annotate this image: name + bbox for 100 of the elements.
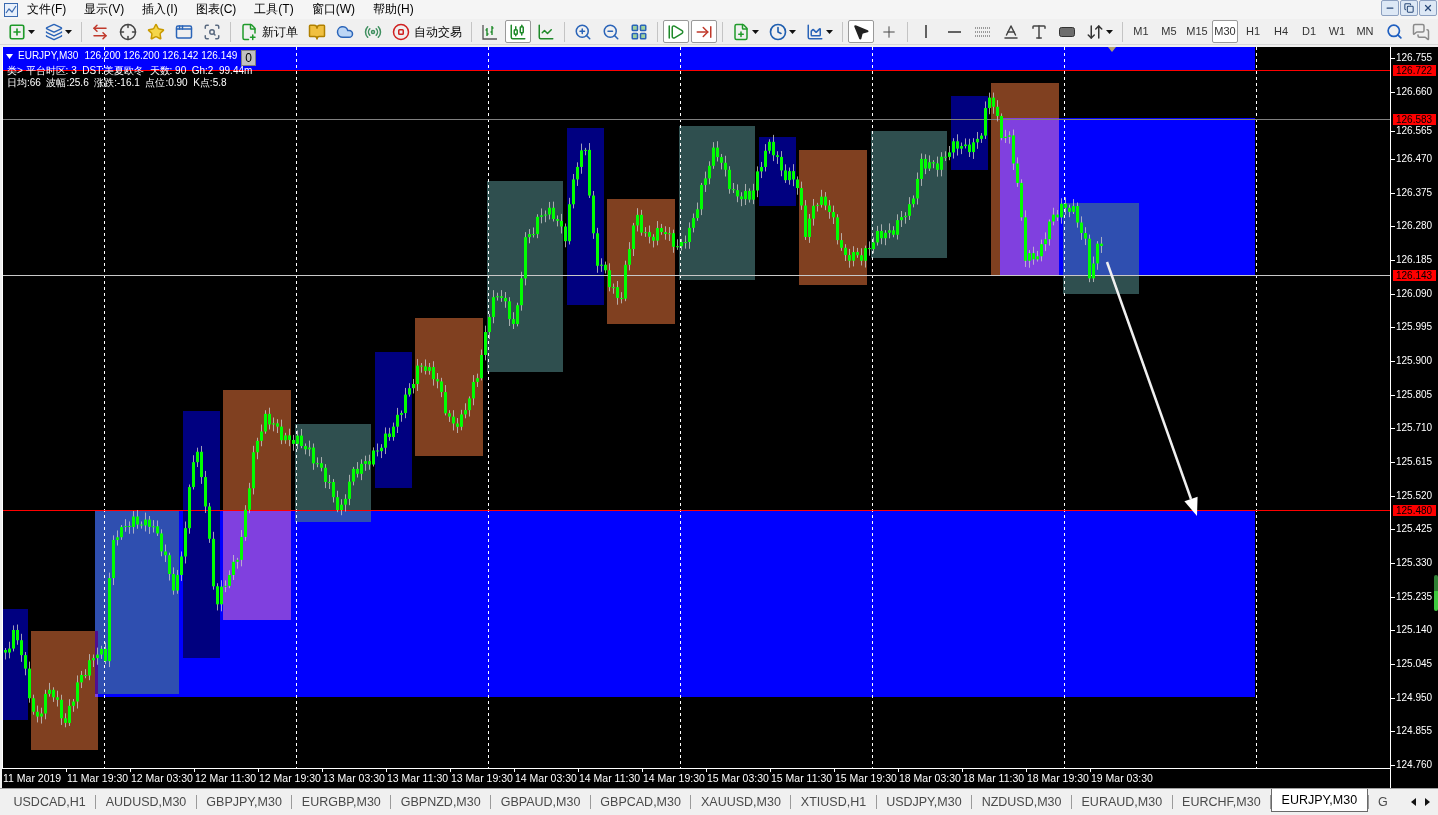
triangle-marker-icon	[1108, 47, 1116, 52]
left-right-arrows-icon	[91, 22, 109, 41]
chart-tab[interactable]: USDJPY,M30	[876, 789, 972, 815]
new-order-button[interactable]: 新订单	[236, 20, 302, 43]
time-axis-label: 13 Mar 11:30	[386, 772, 450, 785]
menu-item[interactable]: 显示(V)	[75, 0, 134, 19]
menu-item[interactable]: 帮助(H)	[364, 0, 423, 19]
time-axis-label: 18 Mar 19:30	[1026, 772, 1090, 785]
timeframe-button[interactable]: W1	[1323, 20, 1350, 43]
minimize-button[interactable]	[1381, 0, 1399, 16]
step-forward-icon	[667, 22, 685, 41]
cursor-button[interactable]	[848, 20, 874, 43]
price-axis-label: 125.330	[1396, 557, 1433, 569]
chart-tab[interactable]: USDCAD,H1	[4, 789, 96, 815]
menu-item[interactable]: 文件(F)	[18, 0, 76, 19]
caret-icon	[752, 29, 759, 34]
chart-tab[interactable]: XAUUSD,M30	[691, 789, 791, 815]
dropdown-triangle-icon[interactable]	[6, 54, 13, 59]
price-axis-label: 125.140	[1396, 624, 1433, 637]
timeframe-button[interactable]: H4	[1267, 20, 1294, 43]
chart-tab[interactable]: GBPNZD,M30	[391, 789, 491, 815]
time-axis-label: 15 Mar 19:30	[834, 772, 898, 785]
layers-icon	[45, 22, 63, 41]
menu-item[interactable]: 插入(I)	[133, 0, 187, 19]
rectangle-icon	[1059, 26, 1075, 37]
time-axis-label: 15 Mar 03:30	[706, 772, 770, 785]
app-icon	[4, 2, 18, 17]
price-axis-label: 126.375	[1396, 186, 1433, 199]
up-down-arrows-icon	[1086, 22, 1104, 41]
price-tag: 126.722	[1393, 64, 1436, 76]
menu-item[interactable]: 窗口(W)	[302, 0, 364, 19]
time-axis-label: 18 Mar 11:30	[962, 772, 1026, 785]
time-axis-label: 12 Mar 03:30	[130, 772, 194, 785]
timeframe-button[interactable]: MN	[1351, 20, 1378, 43]
book-icon	[308, 22, 326, 41]
document-plus-icon	[240, 22, 258, 41]
time-axis-label: 13 Mar 03:30	[322, 772, 386, 785]
time-axis-label: 18 Mar 03:30	[898, 772, 962, 785]
auto-scroll-button[interactable]	[663, 20, 689, 43]
price-axis-label: 124.855	[1396, 725, 1433, 738]
plus-square-icon	[8, 22, 26, 41]
chart-tab[interactable]: AUDUSD,M30	[96, 789, 196, 815]
scroll-tabs-right-button[interactable]	[1422, 796, 1432, 808]
chart-shift-button[interactable]	[691, 20, 717, 43]
chart-tab[interactable]: EURAUD,M30	[1072, 789, 1172, 815]
chart-tab[interactable]: GBPAUD,M30	[491, 789, 590, 815]
price-tag: 126.583	[1393, 113, 1436, 125]
scan-magnifier-icon	[203, 22, 221, 41]
timeframe-button[interactable]: M15	[1183, 20, 1210, 43]
window-icon	[175, 22, 193, 41]
chart-tab[interactable]: EURGBP,M30	[292, 789, 391, 815]
chart-tab[interactable]: G	[1368, 789, 1398, 815]
caret-icon	[1106, 29, 1113, 34]
timeframe-button[interactable]: D1	[1295, 20, 1322, 43]
chart-tab[interactable]: NZDUSD,M30	[972, 789, 1071, 815]
price-axis-label: 126.755	[1396, 52, 1433, 64]
caret-icon	[826, 29, 833, 34]
horizontal-line-icon	[948, 30, 961, 33]
timeframe-button[interactable]: H1	[1239, 20, 1266, 43]
time-axis-label: 19 Mar 03:30	[1090, 772, 1154, 785]
menu-item[interactable]: 工具(T)	[245, 0, 303, 19]
price-axis-label: 125.805	[1396, 388, 1433, 401]
price-axis-label: 125.425	[1396, 523, 1433, 536]
line-chart-icon	[537, 22, 555, 41]
star-icon	[147, 22, 165, 41]
timeframe-button[interactable]: M1	[1127, 20, 1154, 43]
close-button[interactable]	[1419, 0, 1437, 16]
chart-tab[interactable]: XTIUSD,H1	[791, 789, 876, 815]
price-axis-label: 125.615	[1396, 456, 1433, 468]
indicator-info-text: 类> 平台时区: 3 DST:美夏欧冬 天数: 90 Gh:2 99.44m	[6, 65, 254, 77]
chart-tab[interactable]: EURCHF,M30	[1172, 789, 1271, 815]
price-axis-label: 125.235	[1396, 590, 1433, 603]
price-axis-label: 125.045	[1396, 658, 1433, 670]
time-axis-label: 11 Mar 2019	[2, 772, 63, 785]
menu-item[interactable]: 图表(C)	[186, 0, 246, 19]
chart-tab[interactable]: EURJPY,M30	[1271, 789, 1368, 812]
zoom-out-icon	[602, 22, 620, 41]
time-axis-label: 12 Mar 19:30	[258, 772, 322, 785]
price-axis-label: 126.185	[1396, 254, 1433, 266]
timeframe-button[interactable]: M5	[1155, 20, 1182, 43]
document-plus-icon	[732, 22, 750, 41]
letter-t-icon	[1030, 22, 1048, 41]
letter-a-icon	[1002, 22, 1020, 41]
restore-button[interactable]	[1400, 0, 1418, 16]
scroll-indicator[interactable]	[1434, 575, 1438, 611]
caret-icon	[28, 29, 35, 34]
time-axis-label: 15 Mar 11:30	[770, 772, 834, 785]
price-axis-label: 125.900	[1396, 355, 1433, 367]
auto-trading-button[interactable]: 自动交易	[388, 20, 466, 43]
price-tag: 125.480	[1393, 504, 1436, 516]
chart-tab[interactable]: GBPJPY,M30	[196, 789, 292, 815]
timeframe-button[interactable]: M30	[1211, 20, 1238, 43]
time-axis-label: 14 Mar 03:30	[514, 772, 578, 785]
chart-tab[interactable]: GBPCAD,M30	[590, 789, 691, 815]
chart-symbol-label: EURJPY,M30	[18, 50, 79, 62]
triangle-left-icon	[1410, 798, 1416, 806]
price-axis-label: 125.995	[1396, 321, 1433, 334]
vertical-line-icon	[925, 25, 927, 38]
bar-chart-icon	[482, 23, 498, 40]
candlestick-button[interactable]	[505, 20, 531, 43]
